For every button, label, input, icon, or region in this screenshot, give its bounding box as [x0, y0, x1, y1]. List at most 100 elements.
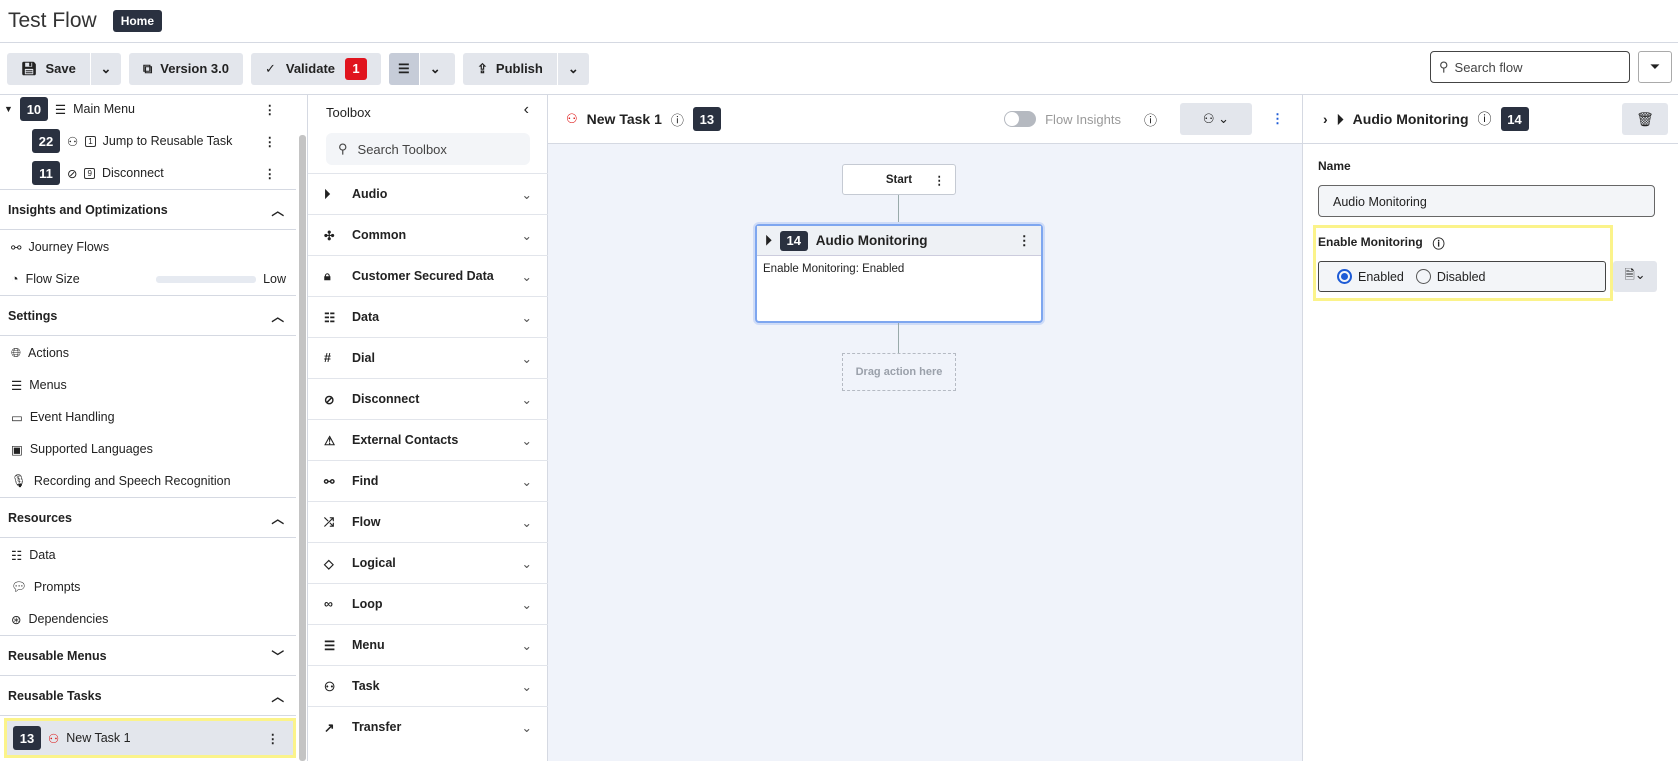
- category-label: Task: [352, 679, 380, 693]
- task-icon: ⚇: [67, 134, 79, 149]
- toolbox-category-flow[interactable]: ⤮ Flow ⌄: [308, 501, 548, 542]
- more-icon[interactable]: ⋮: [264, 166, 277, 181]
- task-icon: ⚇: [48, 731, 60, 746]
- help-icon[interactable]: ⓘ: [671, 110, 684, 129]
- drop-zone[interactable]: Drag action here: [842, 353, 956, 391]
- settings-actions[interactable]: 🌐︎ Actions: [0, 337, 296, 369]
- start-label: Start: [885, 173, 913, 186]
- connector: [898, 323, 899, 353]
- numbered-list-icon: ☰: [398, 60, 410, 76]
- name-input[interactable]: Audio Monitoring: [1318, 185, 1655, 217]
- settings-languages[interactable]: ▣ Supported Languages: [0, 433, 296, 465]
- section-title: Resources: [8, 510, 72, 525]
- validate-button[interactable]: ✓ Validate 1: [250, 52, 381, 85]
- canvas-header: ⚇ New Task 1 ⓘ 13 Flow Insights ⓘ ⚇ ⌄ ⋮: [548, 95, 1302, 144]
- more-icon[interactable]: ⋮: [264, 134, 277, 149]
- category-icon: ⏵: [324, 186, 331, 201]
- tree-item[interactable]: ▼ 10 ☰ Main Menu ⋮: [0, 95, 296, 125]
- category-icon: ⤮: [324, 514, 335, 529]
- section-reusable-tasks[interactable]: Reusable Tasks ︿: [0, 675, 296, 716]
- toolbox-category-task[interactable]: ⚇ Task ⌄: [308, 665, 548, 706]
- properties-panel: › ⏵ Audio Monitoring ⓘ 14 🗑︎ Name Audio …: [1302, 95, 1678, 761]
- settings-event-handling[interactable]: ▭ Event Handling: [0, 401, 296, 433]
- help-icon[interactable]: ⓘ: [1478, 109, 1492, 129]
- save-dropdown[interactable]: ⌄: [89, 52, 121, 85]
- filter-button[interactable]: ⏷: [1638, 51, 1672, 83]
- toolbox-category-customer-secured-data[interactable]: 🔒︎ Customer Secured Data ⌄: [308, 255, 548, 296]
- item-label: Flow Size: [25, 272, 80, 286]
- resources-dependencies[interactable]: ⊛ Dependencies: [0, 603, 296, 635]
- flow-insights-toggle[interactable]: [1004, 111, 1037, 127]
- list-view-dropdown[interactable]: ⌄: [418, 52, 451, 85]
- more-icon[interactable]: ⋮: [264, 102, 277, 117]
- category-icon: ⚯: [324, 474, 335, 489]
- expression-dropdown[interactable]: 🗎︎⌄: [1613, 261, 1657, 292]
- toolbox-category-external-contacts[interactable]: ⚠ External Contacts ⌄: [308, 419, 548, 460]
- sidebar-scrollbar[interactable]: [299, 135, 306, 761]
- chevron-down-icon: ⌄: [521, 392, 532, 407]
- toolbox-category-disconnect[interactable]: ⊘ Disconnect ⌄: [308, 378, 548, 419]
- resources-prompts[interactable]: 💬︎ Prompts: [0, 571, 296, 603]
- chevron-down-icon: ⌄: [521, 679, 532, 694]
- play-icon: ⏵: [765, 232, 772, 248]
- audio-monitoring-node[interactable]: ⏵ 14 Audio Monitoring ⋮ Enable Monitorin…: [755, 224, 1043, 323]
- search-flow-placeholder: Search flow: [1454, 59, 1523, 75]
- publish-dropdown[interactable]: ⌄: [556, 52, 589, 85]
- toolbox-category-transfer[interactable]: ↗ Transfer ⌄: [308, 706, 548, 747]
- resources-data[interactable]: ☷ Data: [0, 539, 296, 571]
- category-label: Disconnect: [352, 392, 420, 406]
- play-icon: ⏵: [1336, 110, 1344, 127]
- speech-icon: 💬︎: [11, 579, 27, 594]
- toolbox-category-common[interactable]: ✣ Common ⌄: [308, 214, 548, 255]
- delete-button[interactable]: 🗑︎: [1622, 103, 1668, 135]
- flow-size[interactable]: ◔ Flow Size Low: [0, 263, 296, 295]
- more-icon[interactable]: ⋮: [267, 731, 280, 746]
- help-icon[interactable]: ⓘ: [1144, 110, 1157, 129]
- section-reusable-menus[interactable]: Reusable Menus ﹀: [0, 635, 296, 676]
- start-node[interactable]: Start ⋮: [842, 164, 956, 195]
- radio-disabled[interactable]: [1415, 269, 1431, 284]
- category-label: Common: [352, 228, 407, 242]
- version-button[interactable]: ⧉ Version 3.0: [129, 52, 243, 85]
- toolbox-category-loop[interactable]: ∞ Loop ⌄: [308, 583, 548, 624]
- tree-item[interactable]: 11 ⊘ 9 Disconnect ⋮: [0, 157, 296, 189]
- reusable-task-item[interactable]: 13 ⚇ New Task 1 ⋮: [4, 718, 296, 758]
- section-title: Insights and Optimizations: [8, 202, 168, 217]
- search-flow-input[interactable]: ⚲ Search flow: [1430, 51, 1630, 83]
- collapse-icon[interactable]: ‹: [524, 101, 529, 119]
- toolbox-category-data[interactable]: ☷ Data ⌄: [308, 296, 548, 337]
- more-icon[interactable]: ⋮: [934, 173, 946, 187]
- numbered-list-button[interactable]: ☰: [389, 52, 419, 85]
- filter-icon: ⏷: [1649, 59, 1661, 74]
- toolbox-category-dial[interactable]: # Dial ⌄: [308, 337, 548, 378]
- more-icon[interactable]: ⋮: [1271, 111, 1284, 127]
- section-resources[interactable]: Resources ︿: [0, 497, 296, 538]
- toolbox-category-find[interactable]: ⚯ Find ⌄: [308, 460, 548, 501]
- expand-icon[interactable]: ›: [1323, 111, 1328, 127]
- tree-item[interactable]: 22 ⚇ 1 Jump to Reusable Task ⋮: [0, 125, 296, 157]
- task-id: 13: [692, 107, 721, 131]
- save-button[interactable]: 💾︎ Save: [7, 53, 90, 85]
- toolbox-category-logical[interactable]: ◇ Logical ⌄: [308, 542, 548, 583]
- layout-dropdown[interactable]: ⚇ ⌄: [1180, 103, 1252, 135]
- left-sidebar: ▼ 10 ☰ Main Menu ⋮ 22 ⚇ 1 Jump to Reusab…: [0, 95, 308, 761]
- more-icon[interactable]: ⋮: [1018, 233, 1032, 249]
- section-insights[interactable]: Insights and Optimizations ︿: [0, 189, 296, 230]
- publish-button[interactable]: ⇪ Publish: [463, 53, 557, 85]
- toolbox-category-audio[interactable]: ⏵ Audio ⌄: [308, 173, 548, 214]
- radio-enabled[interactable]: [1337, 269, 1352, 284]
- home-button[interactable]: Home: [112, 10, 163, 32]
- info-icon[interactable]: ⓘ: [1433, 235, 1445, 252]
- settings-recording[interactable]: 🎙︎ Recording and Speech Recognition: [0, 465, 296, 497]
- search-toolbox-input[interactable]: ⚲ Search Toolbox: [326, 133, 530, 165]
- tree-item-tag: 9: [84, 167, 95, 179]
- tree-item-tag: 1: [85, 135, 96, 147]
- settings-menus[interactable]: ☰ Menus: [0, 369, 296, 401]
- item-label: Data: [29, 548, 56, 562]
- toolbox-category-menu[interactable]: ☰ Menu ⌄: [308, 624, 548, 665]
- tree-item-id: 11: [32, 161, 60, 185]
- flow-size-bar: [156, 275, 256, 283]
- section-settings[interactable]: Settings ︿: [0, 295, 296, 336]
- radio-enabled-label: Enabled: [1358, 269, 1404, 284]
- journey-flows[interactable]: ⚯ Journey Flows: [0, 231, 296, 263]
